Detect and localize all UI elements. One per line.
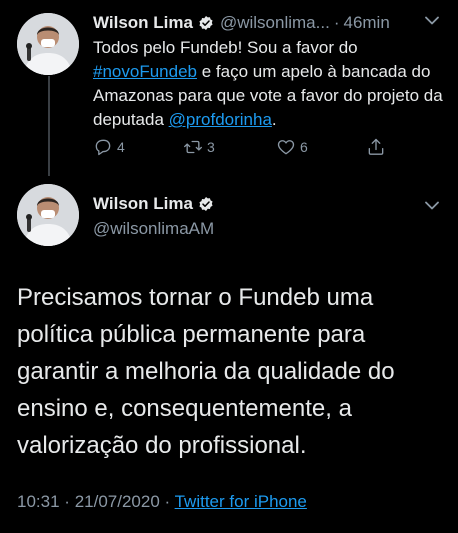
chevron-down-icon[interactable] — [425, 201, 439, 210]
separator: · — [333, 13, 340, 32]
share-button[interactable] — [366, 137, 386, 157]
tweet2-header: Wilson Lima — [93, 194, 214, 214]
tweet-source-link[interactable]: Twitter for iPhone — [175, 492, 307, 511]
reply-count: 4 — [117, 139, 125, 155]
tweet-time[interactable]: 46min — [343, 13, 389, 33]
tweet-date[interactable]: 21/07/2020 — [75, 492, 160, 511]
tweet-text-part: Todos pelo Fundeb! Sou a favor do — [93, 38, 358, 57]
tweet1-header: Wilson Lima @wilsonlima... · 46min — [93, 13, 390, 33]
author-handle[interactable]: @wilsonlimaAM — [93, 219, 214, 239]
tweet-time[interactable]: 10:31 — [17, 492, 60, 511]
like-button[interactable]: 6 — [276, 137, 308, 157]
author-name[interactable]: Wilson Lima — [93, 194, 193, 214]
avatar[interactable] — [17, 13, 79, 75]
retweet-button[interactable]: 3 — [183, 137, 215, 157]
avatar[interactable] — [17, 184, 79, 246]
heart-icon — [277, 140, 295, 155]
hashtag-link[interactable]: #novoFundeb — [93, 62, 197, 81]
chevron-down-icon[interactable] — [425, 16, 439, 25]
retweet-icon — [184, 140, 202, 154]
verified-badge-icon — [199, 197, 213, 211]
author-handle[interactable]: @wilsonlima... — [220, 13, 330, 33]
verified-badge-icon — [199, 16, 213, 30]
like-count: 6 — [300, 139, 308, 155]
tweet-text-part: . — [271, 110, 277, 129]
reply-icon — [95, 139, 111, 156]
author-name[interactable]: Wilson Lima — [93, 13, 193, 33]
separator: · — [64, 492, 70, 511]
tweet2-text: Precisamos tornar o Fundeb uma política … — [17, 284, 395, 459]
reply-button[interactable]: 4 — [93, 137, 125, 157]
mention-link[interactable]: @profdorinha — [169, 110, 272, 129]
retweet-count: 3 — [207, 139, 215, 155]
tweet1-text: Todos pelo Fundeb! Sou a favor do #novoF… — [93, 36, 445, 132]
tweet2-metadata: 10:31 · 21/07/2020 · Twitter for iPhone — [17, 492, 307, 512]
separator: · — [164, 492, 171, 511]
share-icon — [368, 138, 384, 155]
tweet1-actions: 4 3 6 — [93, 137, 393, 161]
thread-connector-line — [48, 76, 50, 176]
